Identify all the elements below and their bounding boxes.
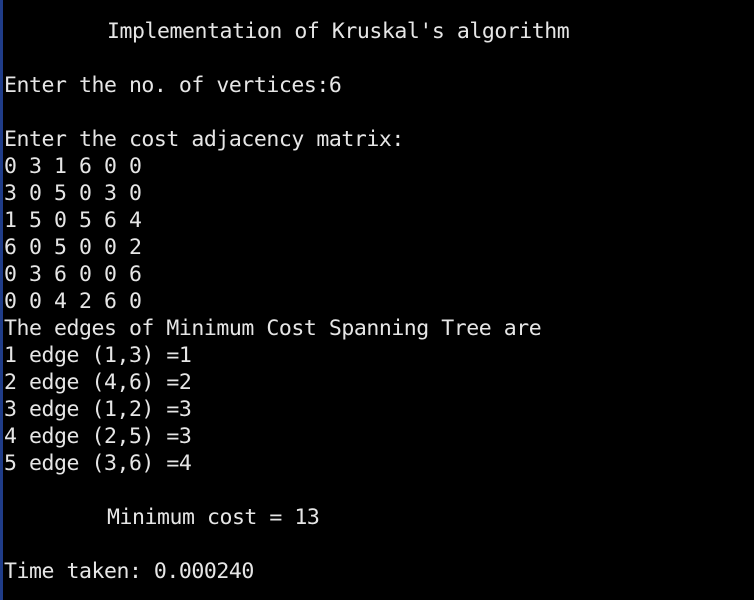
matrix-row: 0 3 1 6 0 0 bbox=[4, 154, 142, 179]
console-window: Implementation of Kruskal's algorithm En… bbox=[0, 0, 754, 600]
edge-line: 5 edge (3,6) =4 bbox=[4, 451, 192, 476]
minimum-cost: Minimum cost = 13 bbox=[107, 505, 320, 530]
window-left-edge bbox=[0, 0, 3, 600]
edge-line: 1 edge (1,3) =1 bbox=[4, 343, 192, 368]
matrix-row: 6 0 5 0 0 2 bbox=[4, 235, 142, 260]
matrix-row: 1 5 0 5 6 4 bbox=[4, 208, 142, 233]
time-taken: Time taken: 0.000240 bbox=[4, 559, 254, 584]
edges-heading: The edges of Minimum Cost Spanning Tree … bbox=[4, 316, 542, 341]
matrix-row: 0 0 4 2 6 0 bbox=[4, 289, 142, 314]
vertices-prompt: Enter the no. of vertices:6 bbox=[4, 73, 342, 98]
edge-line: 3 edge (1,2) =3 bbox=[4, 397, 192, 422]
matrix-prompt: Enter the cost adjacency matrix: bbox=[4, 127, 404, 152]
program-title: Implementation of Kruskal's algorithm bbox=[107, 19, 570, 44]
matrix-row: 0 3 6 0 0 6 bbox=[4, 262, 142, 287]
matrix-row: 3 0 5 0 3 0 bbox=[4, 181, 142, 206]
edge-line: 4 edge (2,5) =3 bbox=[4, 424, 192, 449]
edge-line: 2 edge (4,6) =2 bbox=[4, 370, 192, 395]
